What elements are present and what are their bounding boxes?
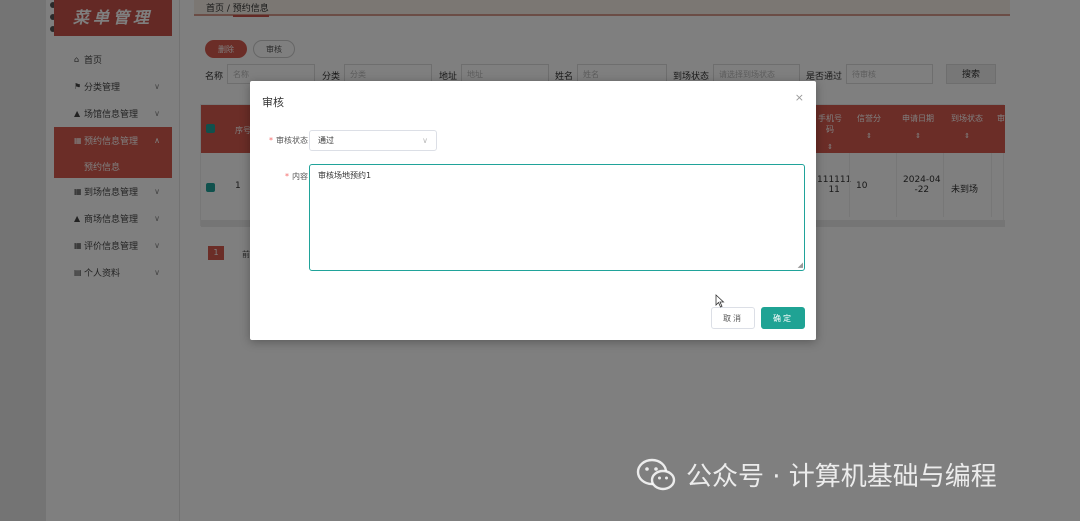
form-row-status: * 审核状态 [258, 130, 308, 146]
watermark-text: 公众号 · 计算机基础与编程 [686, 462, 997, 492]
cancel-button[interactable]: 取消 [711, 307, 755, 329]
audit-dialog: 审核 × * 审核状态 通过 ∨ * 内容 审核场地预约1 ◢ 取消 确定 [250, 81, 816, 340]
status-label: * 审核状态 [258, 135, 308, 146]
confirm-button[interactable]: 确定 [761, 307, 805, 329]
watermark: 公众号 · 计算机基础与编程 [636, 456, 997, 493]
audit-content-textarea[interactable]: 审核场地预约1 ◢ [309, 164, 805, 271]
content-label-text: 内容 [292, 172, 308, 181]
required-mark: * [285, 172, 289, 181]
form-row-content: * 内容 [258, 166, 308, 182]
close-icon[interactable]: × [795, 91, 804, 104]
audit-status-value: 通过 [318, 136, 334, 145]
mouse-cursor-icon [715, 294, 725, 308]
status-label-text: 审核状态 [276, 136, 308, 145]
audit-content-value: 审核场地预约1 [318, 171, 372, 180]
dialog-title: 审核 [262, 96, 284, 109]
chevron-down-icon: ∨ [422, 136, 428, 145]
content-label: * 内容 [258, 171, 308, 182]
wechat-icon [636, 458, 676, 490]
resize-handle-icon[interactable]: ◢ [798, 261, 803, 269]
required-mark: * [269, 136, 273, 145]
audit-status-select[interactable]: 通过 ∨ [309, 130, 437, 151]
